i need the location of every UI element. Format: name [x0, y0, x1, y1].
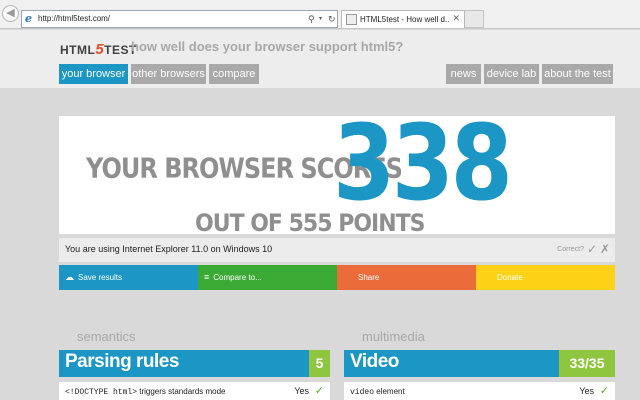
ie-logo-icon: e [25, 12, 32, 25]
confirm-check-icon[interactable]: ✓ [587, 242, 597, 256]
tab-favicon-icon [346, 14, 357, 25]
section-heading-multimedia: multimedia [362, 329, 425, 344]
donate-button[interactable]: Donate [476, 265, 615, 290]
nav-your-browser[interactable]: your browser [59, 64, 128, 84]
compare-icon: ≡ [204, 272, 210, 282]
compare-to-button[interactable]: ≡ Compare to... [198, 265, 337, 290]
test-result: Yes [294, 386, 309, 396]
nav-compare[interactable]: compare [209, 64, 259, 84]
section-heading-semantics: semantics [77, 329, 136, 344]
test-row-video-element: video element Yes ✓ [344, 382, 615, 400]
nav-other-browsers[interactable]: other browsers [131, 64, 206, 84]
check-icon: ✓ [314, 385, 324, 397]
test-row-label: video element [350, 387, 405, 397]
browser-detection-text: You are using Internet Explorer 11.0 on … [65, 244, 273, 254]
score-panel: YOUR BROWSER SCORES 338 OUT OF 555 POINT… [59, 108, 615, 238]
address-url[interactable]: http://html5test.com/ [38, 14, 110, 23]
refresh-icon[interactable]: ↻ [328, 13, 336, 25]
category-video[interactable]: Video 33/35 [344, 350, 615, 377]
category-title: Video [350, 351, 399, 372]
correct-question: Correct? [557, 246, 584, 253]
test-result: Yes [579, 386, 594, 396]
category-score-badge: 33/35 [559, 350, 615, 377]
address-bar[interactable]: e http://html5test.com/ ⚲ ▾ ↻ [21, 10, 338, 28]
site-logo[interactable]: HTML5TEST [60, 41, 137, 58]
new-tab-button[interactable] [465, 10, 484, 28]
category-score-badge: 5 [309, 350, 330, 377]
close-icon[interactable]: ✕ [452, 13, 460, 24]
nav-about-the-test[interactable]: about the test [542, 64, 613, 84]
site-tagline: how well does your browser support html5… [131, 39, 404, 54]
reject-cross-icon[interactable]: ✗ [600, 242, 610, 256]
dropdown-icon[interactable]: ▾ [319, 13, 322, 25]
save-results-button[interactable]: ☁ Save results [59, 265, 198, 290]
site-header: HTML5TEST how well does your browser sup… [0, 30, 640, 88]
score-out-of: OUT OF 555 POINTS [195, 210, 425, 238]
back-arrow-icon[interactable]: ◀ [2, 5, 19, 22]
search-icon[interactable]: ⚲ [308, 13, 315, 25]
tab-title: HTML5test - How well d... [360, 15, 450, 24]
cloud-icon: ☁ [65, 272, 74, 282]
browser-chrome: ◀ e http://html5test.com/ ⚲ ▾ ↻ HTML5tes… [0, 0, 640, 29]
share-button[interactable]: Share [337, 265, 476, 290]
category-title: Parsing rules [65, 351, 179, 372]
nav-news[interactable]: news [446, 64, 481, 84]
check-icon: ✓ [599, 385, 609, 397]
browser-detection-bar: You are using Internet Explorer 11.0 on … [59, 238, 615, 262]
test-row-doctype: <!DOCTYPE html> triggers standards mode … [59, 382, 330, 400]
test-row-label: <!DOCTYPE html> triggers standards mode [65, 387, 226, 397]
score-value: 338 [333, 102, 513, 224]
nav-device-lab[interactable]: device lab [484, 64, 539, 84]
category-parsing-rules[interactable]: Parsing rules 5 [59, 350, 330, 377]
browser-tab[interactable]: HTML5test - How well d... ✕ [341, 10, 465, 28]
